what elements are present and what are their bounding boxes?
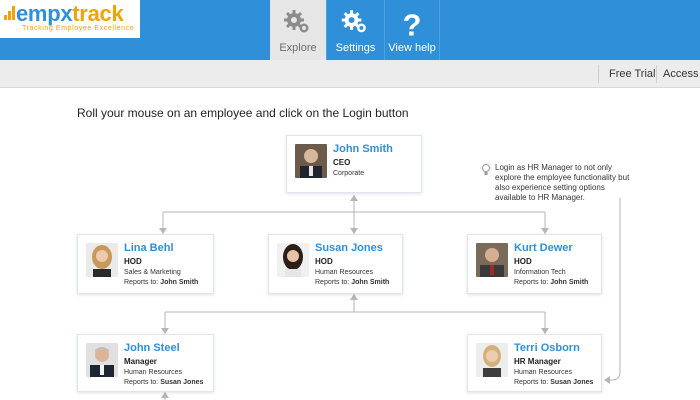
employee-role: HOD xyxy=(514,257,532,266)
employee-name: Lina Behl xyxy=(124,242,174,254)
employee-reports-to: Reports to: Susan Jones xyxy=(124,379,204,386)
employee-role: HR Manager xyxy=(514,357,561,366)
employee-role: HOD xyxy=(315,257,333,266)
employee-reports-to: Reports to: John Smith xyxy=(315,279,390,286)
employee-photo xyxy=(476,243,508,277)
employee-name: Terri Osborn xyxy=(514,342,580,354)
employee-card-kurt-dewer[interactable]: Kurt Dewer HOD Information Tech Reports … xyxy=(467,234,602,294)
lightbulb-icon xyxy=(480,163,492,175)
employee-department: Information Tech xyxy=(514,269,566,276)
employee-photo xyxy=(86,343,118,377)
employee-role: Manager xyxy=(124,357,157,366)
employee-name: John Steel xyxy=(124,342,180,354)
employee-department: Corporate xyxy=(333,170,365,177)
employee-department: Human Resources xyxy=(514,369,572,376)
employee-department: Sales & Marketing xyxy=(124,269,181,276)
employee-role: CEO xyxy=(333,158,351,167)
employee-photo xyxy=(277,243,309,277)
employee-reports-to: Reports to: John Smith xyxy=(514,279,589,286)
employee-role: HOD xyxy=(124,257,142,266)
employee-reports-to: Reports to: John Smith xyxy=(124,279,199,286)
employee-card-john-steel[interactable]: John Steel Manager Human Resources Repor… xyxy=(77,334,214,392)
employee-card-john-smith[interactable]: John Smith CEO Corporate xyxy=(286,135,422,193)
employee-reports-to: Reports to: Susan Jones xyxy=(514,379,594,386)
employee-photo xyxy=(86,243,118,277)
hr-manager-hint: Login as HR Manager to not only explore … xyxy=(495,163,630,202)
employee-department: Human Resources xyxy=(124,369,182,376)
employee-card-susan-jones[interactable]: Susan Jones HOD Human Resources Reports … xyxy=(268,234,403,294)
employee-card-terri-osborn[interactable]: Terri Osborn HR Manager Human Resources … xyxy=(467,334,602,392)
employee-name: John Smith xyxy=(333,143,393,155)
employee-name: Susan Jones xyxy=(315,242,383,254)
employee-photo xyxy=(476,343,508,377)
employee-department: Human Resources xyxy=(315,269,373,276)
employee-photo xyxy=(295,144,327,178)
employee-name: Kurt Dewer xyxy=(514,242,573,254)
employee-card-lina-behl[interactable]: Lina Behl HOD Sales & Marketing Reports … xyxy=(77,234,214,294)
